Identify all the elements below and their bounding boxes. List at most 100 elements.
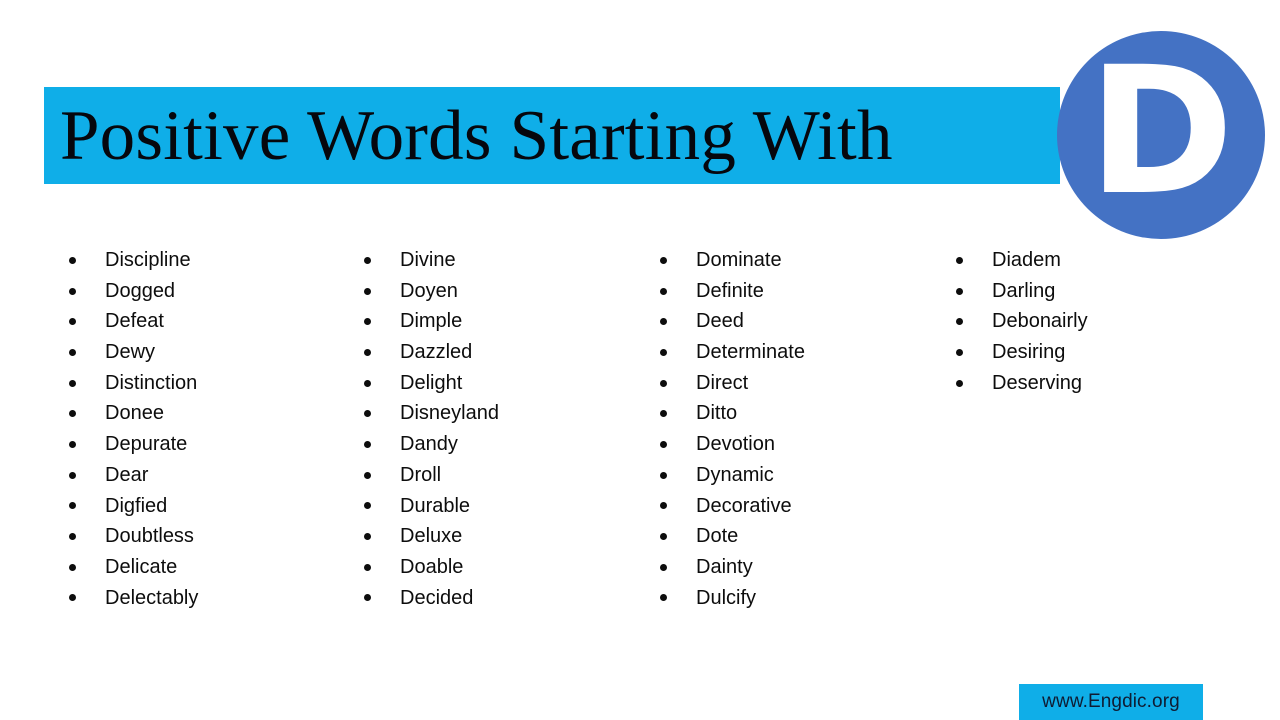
word-list-item: Direct	[653, 368, 938, 399]
word-list-item: Doyen	[357, 276, 642, 307]
word-list-grid: Discipline Dogged Defeat Dewy Distinction Don…	[0, 245, 1280, 645]
word-list-item: Deserving	[949, 368, 1234, 399]
word-list-item: Delicate	[62, 552, 347, 583]
page-title: Positive Words Starting With	[60, 97, 893, 175]
word-label: Direct	[696, 371, 749, 394]
word-label: Droll	[400, 463, 442, 486]
bullet-icon	[69, 379, 76, 387]
word-list-item: Ditto	[653, 398, 938, 429]
bullet-icon	[660, 318, 667, 326]
word-label: Ditto	[696, 402, 738, 425]
bullet-icon	[69, 287, 76, 295]
bullet-icon	[956, 256, 963, 264]
word-label: Delight	[400, 371, 463, 394]
word-label: Defeat	[105, 310, 164, 333]
word-label: Dear	[105, 463, 149, 486]
word-list-item: Dandy	[357, 429, 642, 460]
word-list-item: Dear	[62, 460, 347, 491]
word-label: Divine	[400, 249, 456, 271]
word-label: Distinction	[105, 371, 198, 394]
word-list-item: Diadem	[949, 245, 1234, 276]
word-label: Dote	[696, 525, 739, 548]
bullet-icon	[69, 563, 76, 571]
bullet-icon	[364, 594, 371, 602]
bullet-icon	[69, 440, 76, 448]
word-label: Doable	[400, 555, 464, 578]
word-list-item: Defeat	[62, 306, 347, 337]
word-list-item: Deed	[653, 306, 938, 337]
word-label: Determinate	[696, 341, 805, 364]
word-label: Dynamic	[696, 463, 774, 486]
bullet-icon	[69, 318, 76, 326]
word-column-4: Diadem Darling Debonairly Desiring Deserving	[949, 245, 1234, 398]
word-list-item: Dote	[653, 521, 938, 552]
word-list-item: Divine	[357, 245, 642, 276]
word-list-item: Discipline	[62, 245, 347, 276]
word-label: Discipline	[105, 249, 191, 271]
word-label: Deluxe	[400, 525, 463, 548]
letter-badge-glyph: D	[1087, 29, 1235, 234]
word-label: Decided	[400, 586, 474, 609]
bullet-icon	[364, 287, 371, 295]
word-column-2: Divine Doyen Dimple Dazzled Delight Disneylan…	[357, 245, 642, 613]
word-list-item: Donee	[62, 398, 347, 429]
bullet-icon	[69, 502, 76, 510]
word-label: Diadem	[992, 249, 1061, 271]
bullet-icon	[956, 287, 963, 295]
bullet-icon	[660, 410, 667, 418]
word-list-item: Determinate	[653, 337, 938, 368]
word-list-item: Dynamic	[653, 460, 938, 491]
bullet-icon	[660, 594, 667, 602]
word-list-item: Desiring	[949, 337, 1234, 368]
word-label: Desiring	[992, 341, 1066, 364]
bullet-icon	[364, 410, 371, 418]
word-column-3: Dominate Definite Deed Determinate Direct Dit…	[653, 245, 938, 613]
word-list-item: Deluxe	[357, 521, 642, 552]
word-list-item: Dulcify	[653, 583, 938, 614]
word-list-item: Decorative	[653, 491, 938, 522]
bullet-icon	[364, 348, 371, 356]
bullet-icon	[69, 471, 76, 479]
word-list-item: Dewy	[62, 337, 347, 368]
bullet-icon	[69, 533, 76, 541]
word-label: Disneyland	[400, 402, 499, 425]
word-label: Durable	[400, 494, 471, 517]
word-list-item: Disneyland	[357, 398, 642, 429]
word-label: Doubtless	[105, 525, 194, 548]
bullet-icon	[364, 379, 371, 387]
word-list-item: Dazzled	[357, 337, 642, 368]
word-label: Darling	[992, 279, 1056, 302]
bullet-icon	[69, 594, 76, 602]
word-label: Dainty	[696, 555, 753, 578]
bullet-icon	[956, 379, 963, 387]
bullet-icon	[660, 287, 667, 295]
bullet-icon	[660, 471, 667, 479]
word-label: Deserving	[992, 371, 1083, 394]
word-label: Delicate	[105, 555, 178, 578]
word-label: Dominate	[696, 249, 782, 271]
letter-badge: D	[1057, 31, 1265, 239]
word-label: Delectably	[105, 586, 199, 609]
bullet-icon	[364, 256, 371, 264]
site-watermark: www.Engdic.org	[1019, 684, 1203, 720]
bullet-icon	[364, 533, 371, 541]
word-list-item: Decided	[357, 583, 642, 614]
word-label: Doyen	[400, 279, 458, 302]
word-label: Dimple	[400, 310, 463, 333]
word-label: Donee	[105, 402, 164, 425]
word-label: Dulcify	[696, 586, 757, 609]
word-label: Dewy	[105, 341, 156, 364]
bullet-icon	[364, 471, 371, 479]
bullet-icon	[364, 563, 371, 571]
word-label: Definite	[696, 279, 764, 302]
bullet-icon	[956, 318, 963, 326]
word-label: Devotion	[696, 433, 775, 456]
bullet-icon	[364, 502, 371, 510]
word-list-item: Dogged	[62, 276, 347, 307]
word-label: Digfied	[105, 494, 168, 517]
word-list-item: Distinction	[62, 368, 347, 399]
word-label: Dazzled	[400, 341, 473, 364]
word-list-item: Doubtless	[62, 521, 347, 552]
word-label: Depurate	[105, 433, 188, 456]
word-label: Deed	[696, 310, 744, 333]
